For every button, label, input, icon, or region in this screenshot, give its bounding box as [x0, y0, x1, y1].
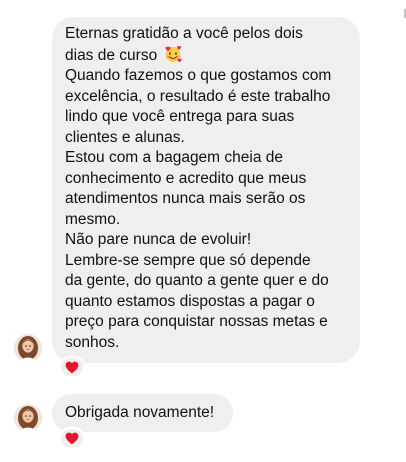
profile-photo — [14, 334, 42, 362]
message-line: atendimentos nunca mais serão os — [65, 190, 306, 207]
message-line: Eternas gratidão a você pelos dois — [65, 25, 303, 42]
message-line: mesmo. — [65, 210, 121, 228]
message-line: lindo que você entrega para suas — [65, 108, 295, 125]
message-line: conhecimento e acredito que meus — [65, 169, 307, 187]
heart-reaction[interactable] — [59, 427, 85, 449]
message-line: Estou com a bagagem cheia de — [65, 149, 283, 166]
message-line: clientes e alunas. — [65, 128, 185, 146]
smiling-face-with-hearts-icon — [165, 45, 182, 62]
message-bubble[interactable]: Obrigada novamente! — [52, 394, 233, 432]
message-line: Obrigada novamente! — [65, 404, 215, 421]
sender-avatar[interactable] — [14, 334, 42, 362]
message-line: quanto estamos dispostas a pagar o — [65, 292, 315, 310]
message-line: Quando fazemos o que gostamos com — [65, 67, 332, 84]
chat-thread: Eternas gratidão a você pelos dois dias … — [0, 0, 406, 462]
message-line: excelência, o resultado é este trabalho — [65, 87, 331, 105]
profile-photo — [14, 404, 42, 432]
message-line-with-emoji: dias de curso — [65, 45, 346, 67]
scroll-indicator[interactable] — [404, 9, 406, 18]
message-line: da gente, do quanto a gente quer e do — [65, 272, 329, 289]
red-heart-icon — [65, 432, 79, 444]
message-line: preço para conquistar nossas metas e — [65, 313, 328, 330]
message-line: Não pare nunca de evoluir! — [65, 231, 252, 248]
sender-avatar[interactable] — [14, 404, 42, 432]
heart-reaction[interactable] — [59, 356, 85, 378]
message-line: sonhos. — [65, 333, 120, 351]
red-heart-icon — [65, 361, 79, 373]
message-bubble[interactable]: Eternas gratidão a você pelos dois dias … — [52, 17, 360, 363]
message-line: Lembre-se sempre que só depende — [65, 251, 311, 269]
message-line-text: dias de curso — [65, 46, 158, 64]
